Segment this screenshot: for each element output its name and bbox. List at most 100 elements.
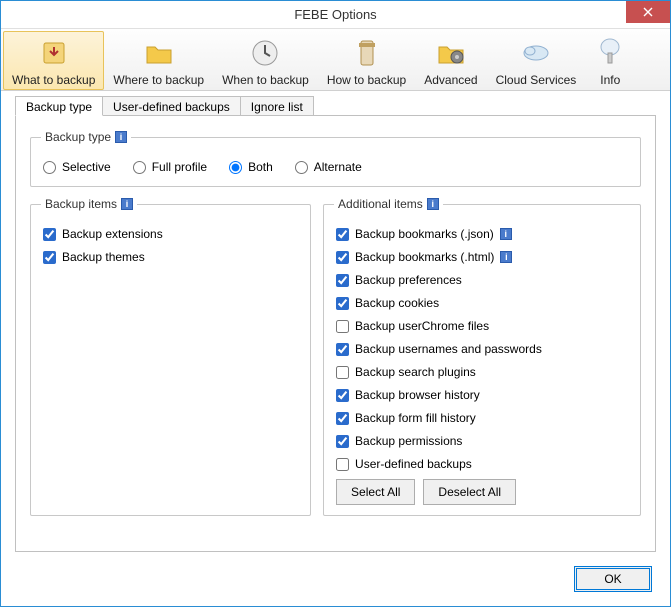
checkbox-input[interactable] (336, 458, 349, 471)
checkbox-input[interactable] (336, 251, 349, 264)
backup-item-option-1[interactable]: Backup themes (43, 250, 145, 264)
backup-item-option-0[interactable]: Backup extensions (43, 227, 163, 241)
checkbox-input[interactable] (336, 320, 349, 333)
window-title: FEBE Options (1, 7, 670, 22)
info-icon[interactable]: i (500, 228, 512, 240)
radio-input[interactable] (229, 161, 242, 174)
backup-type-option-0[interactable]: Selective (43, 160, 111, 174)
checkbox-input[interactable] (43, 251, 56, 264)
additional-item-row-6: Backup search plugins (336, 365, 628, 379)
radio-label: Alternate (314, 160, 362, 174)
ok-button[interactable]: OK (574, 566, 652, 592)
info-icon[interactable]: i (427, 198, 439, 210)
checkbox-input[interactable] (336, 366, 349, 379)
info-icon[interactable]: i (115, 131, 127, 143)
tab-strip: Backup typeUser-defined backupsIgnore li… (1, 91, 670, 115)
additional-item-row-5: Backup usernames and passwords (336, 342, 628, 356)
checkbox-label: Backup browser history (355, 388, 480, 402)
additional-item-option-9[interactable]: Backup permissions (336, 434, 462, 448)
checkbox-input[interactable] (336, 389, 349, 402)
toolbar-label: Cloud Services (496, 73, 577, 87)
checkbox-input[interactable] (336, 435, 349, 448)
select-button-row: Select All Deselect All (334, 479, 630, 505)
backup-type-option-2[interactable]: Both (229, 160, 273, 174)
tab-2[interactable]: Ignore list (240, 96, 314, 116)
backup-type-options: Selective Full profile Both Alternate (41, 154, 630, 176)
tab-0[interactable]: Backup type (15, 96, 103, 116)
backup-type-option-3[interactable]: Alternate (295, 160, 362, 174)
checkbox-label: User-defined backups (355, 457, 472, 471)
additional-items-group: Additional items i Backup bookmarks (.js… (323, 197, 641, 516)
additional-item-row-10: User-defined backups (336, 457, 628, 471)
radio-input[interactable] (43, 161, 56, 174)
additional-item-option-8[interactable]: Backup form fill history (336, 411, 476, 425)
tab-content: Backup type i SelectiveFull profileBothA… (15, 115, 656, 552)
backup-items-list: Backup extensions Backup themes (41, 221, 300, 266)
toolbar-where[interactable]: Where to backup (104, 31, 213, 90)
radio-label: Selective (62, 160, 111, 174)
backup-item-row-1: Backup themes (43, 250, 298, 264)
select-all-button[interactable]: Select All (336, 479, 415, 505)
toolbar-when[interactable]: When to backup (213, 31, 318, 90)
toolbar-label: Where to backup (113, 73, 204, 87)
adv-icon (435, 37, 467, 69)
checkbox-label: Backup usernames and passwords (355, 342, 542, 356)
checkbox-input[interactable] (336, 412, 349, 425)
toolbar-how[interactable]: How to backup (318, 31, 415, 90)
radio-input[interactable] (295, 161, 308, 174)
additional-item-option-0[interactable]: Backup bookmarks (.json) (336, 227, 494, 241)
close-button[interactable] (626, 1, 670, 23)
backup-items-group: Backup items i Backup extensions Backup t… (30, 197, 311, 516)
checkbox-label: Backup cookies (355, 296, 439, 310)
additional-item-option-1[interactable]: Backup bookmarks (.html) (336, 250, 494, 264)
toolbar-label: What to backup (12, 73, 95, 87)
info-icon[interactable]: i (121, 198, 133, 210)
additional-item-row-0: Backup bookmarks (.json) i (336, 227, 628, 241)
additional-item-row-3: Backup cookies (336, 296, 628, 310)
checkbox-label: Backup permissions (355, 434, 462, 448)
checkbox-label: Backup form fill history (355, 411, 476, 425)
toolbar-what[interactable]: What to backup (3, 31, 104, 90)
additional-item-option-7[interactable]: Backup browser history (336, 388, 480, 402)
additional-item-row-1: Backup bookmarks (.html) i (336, 250, 628, 264)
what-icon (38, 37, 70, 69)
radio-input[interactable] (133, 161, 146, 174)
deselect-all-button[interactable]: Deselect All (423, 479, 516, 505)
additional-item-option-6[interactable]: Backup search plugins (336, 365, 476, 379)
tab-1[interactable]: User-defined backups (102, 96, 241, 116)
additional-item-option-4[interactable]: Backup userChrome files (336, 319, 489, 333)
additional-item-option-2[interactable]: Backup preferences (336, 273, 462, 287)
additional-item-option-3[interactable]: Backup cookies (336, 296, 439, 310)
checkbox-label: Backup preferences (355, 273, 462, 287)
where-icon (143, 37, 175, 69)
additional-items-legend-text: Additional items (338, 197, 423, 211)
additional-item-row-7: Backup browser history (336, 388, 628, 402)
checkbox-input[interactable] (336, 228, 349, 241)
toolbar-cloud[interactable]: Cloud Services (487, 31, 586, 90)
additional-item-option-10[interactable]: User-defined backups (336, 457, 472, 471)
additional-items-legend: Additional items i (334, 197, 443, 211)
additional-item-row-4: Backup userChrome files (336, 319, 628, 333)
checkbox-label: Backup userChrome files (355, 319, 489, 333)
checkbox-input[interactable] (336, 274, 349, 287)
toolbar-adv[interactable]: Advanced (415, 31, 486, 90)
window: FEBE Options What to backup Where to back… (0, 0, 671, 607)
additional-item-option-5[interactable]: Backup usernames and passwords (336, 342, 542, 356)
toolbar-label: When to backup (222, 73, 309, 87)
checkbox-input[interactable] (43, 228, 56, 241)
backup-item-row-0: Backup extensions (43, 227, 298, 241)
info-icon (594, 37, 626, 69)
additional-item-row-8: Backup form fill history (336, 411, 628, 425)
checkbox-input[interactable] (336, 343, 349, 356)
checkbox-label: Backup extensions (62, 227, 163, 241)
radio-label: Full profile (152, 160, 207, 174)
backup-items-legend-text: Backup items (45, 197, 117, 211)
checkbox-label: Backup search plugins (355, 365, 476, 379)
info-icon[interactable]: i (500, 251, 512, 263)
radio-label: Both (248, 160, 273, 174)
backup-type-option-1[interactable]: Full profile (133, 160, 207, 174)
toolbar-info[interactable]: Info (585, 31, 635, 90)
toolbar: What to backup Where to backup When to bac… (1, 29, 670, 91)
checkbox-input[interactable] (336, 297, 349, 310)
footer: OK (1, 552, 670, 606)
